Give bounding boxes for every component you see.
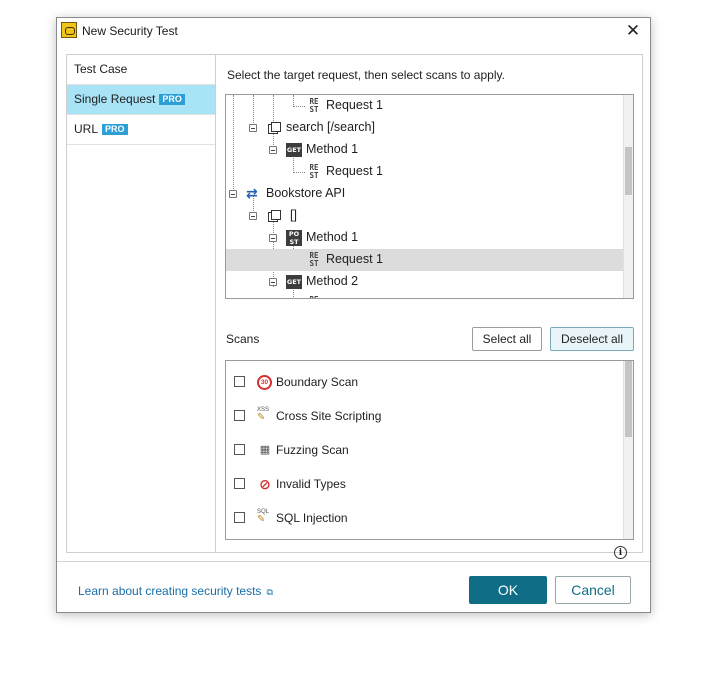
collapse-icon[interactable] (269, 278, 277, 286)
get-method-icon: GET (286, 275, 302, 289)
request-tree[interactable]: RE ST Request 1 search [/search] GET Meth… (225, 94, 634, 299)
tree-scrollbar[interactable] (623, 95, 633, 298)
boundary-scan-icon: 30 (257, 375, 272, 390)
deselect-all-button[interactable]: Deselect all (550, 327, 634, 351)
tree-node-method[interactable]: GET Method 1 (226, 139, 625, 161)
scan-label: Fuzzing Scan (276, 443, 349, 457)
scan-checkbox[interactable] (234, 478, 245, 489)
fuzzing-icon: ▦ (259, 444, 271, 456)
collapse-icon[interactable] (269, 146, 277, 154)
scan-label: Cross Site Scripting (276, 409, 382, 423)
scan-list[interactable]: 30 Boundary Scan XSS ✎ Cross Site Scripti… (225, 360, 634, 540)
app-logo-icon (61, 22, 77, 38)
nav-item-label: URL (74, 122, 99, 136)
tree-node-method[interactable]: GET Method 2 (226, 271, 625, 293)
nav-item-label: Test Case (74, 62, 128, 76)
nav-item-test-case[interactable]: Test Case (67, 55, 215, 85)
scan-item-xss[interactable]: XSS ✎ Cross Site Scripting (226, 399, 624, 433)
close-button[interactable]: ✕ (622, 20, 644, 42)
tree-node-request-selected[interactable]: RE ST Request 1 (226, 249, 625, 271)
dialog-footer: Learn about creating security tests ⧉ OK … (57, 561, 650, 614)
tree-node-request-partial[interactable]: RE (226, 293, 625, 298)
nav-item-url[interactable]: URL PRO (67, 115, 215, 145)
test-type-list: Test Case Single Request PRO URL PRO (66, 54, 216, 553)
scan-item-boundary[interactable]: 30 Boundary Scan (226, 365, 624, 399)
rest-request-icon: RE ST (309, 251, 319, 268)
tree-node-method[interactable]: PO ST Method 1 (226, 227, 625, 249)
scan-item-sql-injection[interactable]: SQL ✎ SQL Injection (226, 501, 624, 535)
new-security-test-dialog: New Security Test ✕ Test Case Single Req… (56, 17, 651, 613)
scans-label: Scans (226, 332, 260, 346)
collapse-icon[interactable] (269, 234, 277, 242)
rest-request-icon: RE ST (309, 97, 319, 114)
tree-node-request[interactable]: RE ST Request 1 (226, 161, 625, 183)
tree-node-label: Bookstore API (266, 186, 346, 200)
scan-label: Invalid Types (276, 477, 346, 491)
tree-node-label: [] (290, 208, 297, 222)
pro-badge: PRO (159, 94, 185, 105)
collapse-icon[interactable] (229, 190, 237, 198)
external-link-icon: ⧉ (266, 587, 273, 597)
collapse-icon[interactable] (249, 212, 257, 220)
rest-request-icon: RE ST (309, 163, 319, 180)
instruction-text: Select the target request, then select s… (227, 68, 505, 82)
invalid-types-icon: ⊘ (259, 476, 271, 492)
scan-checkbox[interactable] (234, 376, 245, 387)
select-all-button[interactable]: Select all (472, 327, 542, 351)
resource-icon (268, 210, 281, 222)
scan-scrollbar[interactable] (623, 361, 633, 539)
xss-icon: XSS ✎ (257, 407, 270, 423)
scan-label: SQL Injection (276, 511, 348, 525)
info-icon[interactable]: i (614, 546, 627, 559)
tree-node-resource[interactable]: [] (226, 205, 625, 227)
learn-link-label: Learn about creating security tests (78, 584, 262, 598)
tree-node-label: Method 2 (306, 274, 359, 288)
nav-item-label: Single Request (74, 92, 156, 106)
tree-node-request[interactable]: RE ST Request 1 (226, 95, 625, 117)
learn-link[interactable]: Learn about creating security tests ⧉ (78, 584, 273, 598)
scan-scrollbar-thumb[interactable] (625, 361, 632, 437)
scan-checkbox[interactable] (234, 512, 245, 523)
scan-item-invalid-types[interactable]: ⊘ Invalid Types (226, 467, 624, 501)
api-icon: ⇄ (246, 185, 258, 201)
sql-injection-icon: SQL ✎ (257, 509, 270, 525)
scan-checkbox[interactable] (234, 410, 245, 421)
cancel-button[interactable]: Cancel (555, 576, 631, 604)
tree-node-api[interactable]: ⇄ Bookstore API (226, 183, 625, 205)
ok-button[interactable]: OK (469, 576, 547, 604)
rest-request-icon: RE (307, 296, 321, 298)
tree-scrollbar-thumb[interactable] (625, 147, 632, 195)
get-method-icon: GET (286, 143, 302, 157)
scan-checkbox[interactable] (234, 444, 245, 455)
tree-node-label: Request 1 (326, 164, 383, 178)
dialog-title: New Security Test (82, 24, 178, 38)
tree-node-label: Method 1 (306, 142, 359, 156)
tree-node-resource[interactable]: search [/search] (226, 117, 625, 139)
content-panel: Select the target request, then select s… (216, 54, 643, 559)
resource-icon (268, 122, 281, 134)
collapse-icon[interactable] (249, 124, 257, 132)
title-bar[interactable]: New Security Test ✕ (57, 18, 650, 44)
post-method-icon: PO ST (286, 230, 302, 246)
pro-badge: PRO (102, 124, 128, 135)
scan-label: Boundary Scan (276, 375, 359, 389)
tree-node-label: Method 1 (306, 230, 359, 244)
tree-node-label: Request 1 (326, 98, 383, 112)
nav-item-single-request[interactable]: Single Request PRO (67, 85, 215, 115)
tree-node-label: Request 1 (326, 252, 383, 266)
scan-item-fuzzing[interactable]: ▦ Fuzzing Scan (226, 433, 624, 467)
tree-node-label: search [/search] (286, 120, 375, 134)
